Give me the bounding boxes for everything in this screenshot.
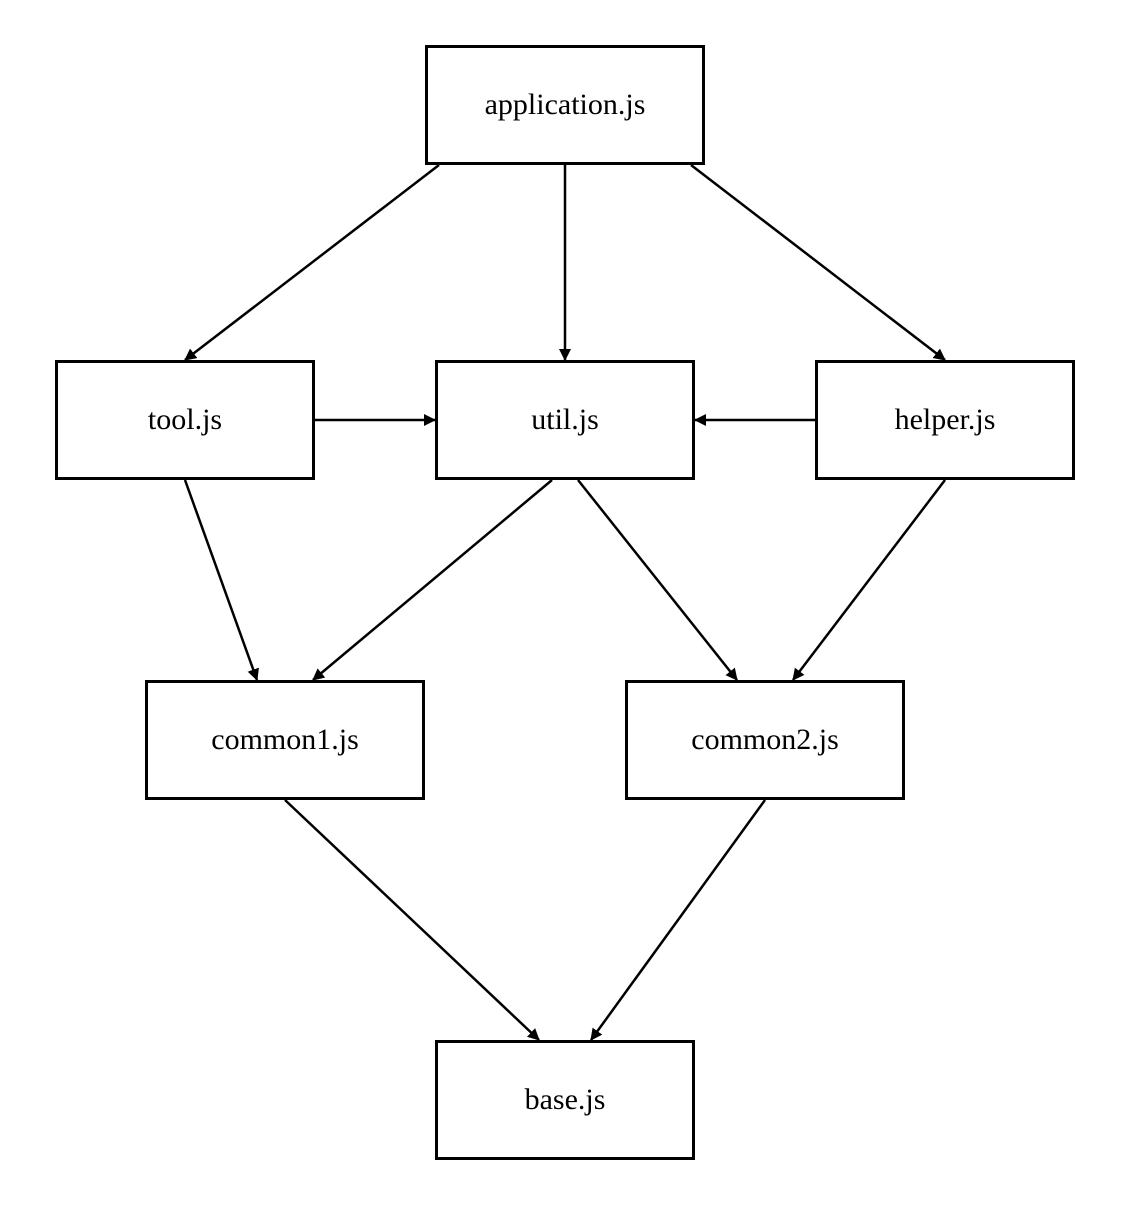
node-label: common1.js <box>211 723 359 757</box>
node-label: common2.js <box>691 723 839 757</box>
node-common1: common1.js <box>145 680 425 800</box>
edge-application-helper <box>691 165 945 360</box>
edge-common2-base <box>591 800 765 1040</box>
node-application: application.js <box>425 45 705 165</box>
node-tool: tool.js <box>55 360 315 480</box>
node-label: base.js <box>525 1083 606 1117</box>
edge-helper-common2 <box>793 480 945 680</box>
diagram-canvas: application.js tool.js util.js helper.js… <box>0 0 1145 1230</box>
node-helper: helper.js <box>815 360 1075 480</box>
edge-util-common1 <box>313 480 552 680</box>
edge-tool-common1 <box>185 480 257 680</box>
node-common2: common2.js <box>625 680 905 800</box>
edge-common1-base <box>285 800 539 1040</box>
edge-util-common2 <box>578 480 737 680</box>
node-util: util.js <box>435 360 695 480</box>
edge-application-tool <box>185 165 439 360</box>
node-label: util.js <box>531 403 599 437</box>
node-base: base.js <box>435 1040 695 1160</box>
node-label: application.js <box>485 88 646 122</box>
node-label: helper.js <box>895 403 996 437</box>
node-label: tool.js <box>148 403 222 437</box>
